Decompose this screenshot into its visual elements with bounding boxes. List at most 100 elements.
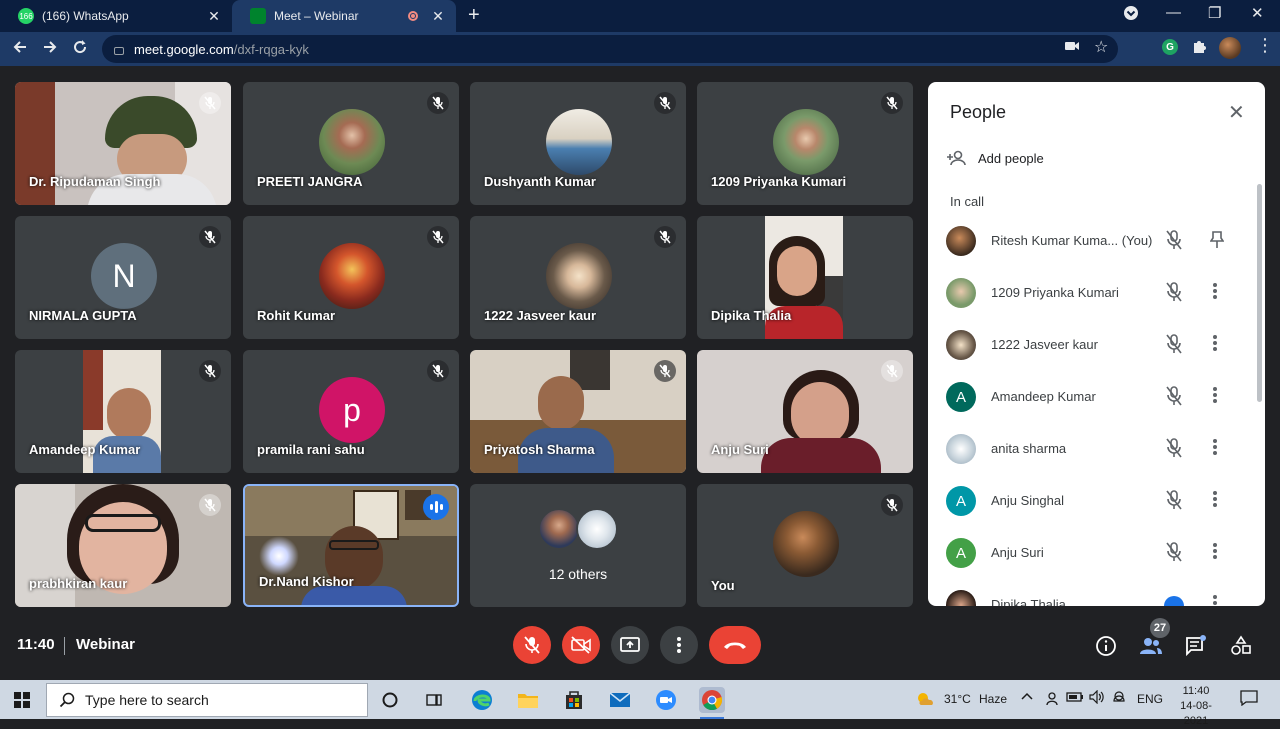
tab-search-icon[interactable] xyxy=(1122,4,1140,26)
participant-row[interactable]: A Amandeep Kumar xyxy=(928,374,1265,422)
mail-icon[interactable] xyxy=(608,688,632,712)
chat-button[interactable] xyxy=(1184,634,1208,658)
more-options-icon[interactable] xyxy=(1212,594,1218,606)
add-people-button[interactable]: Add people xyxy=(946,150,1044,166)
participant-row[interactable]: A Anju Singhal xyxy=(928,478,1265,526)
more-options-icon[interactable] xyxy=(1212,542,1218,565)
windows-start-icon[interactable] xyxy=(14,692,30,708)
more-options-icon[interactable] xyxy=(1212,438,1218,461)
close-panel-icon[interactable]: ✕ xyxy=(1228,100,1245,125)
participant-name: 1222 Jasveer kaur xyxy=(484,308,597,323)
participant-row[interactable]: Dipika Thalia xyxy=(928,582,1265,606)
participant-tile[interactable]: N NIRMALA GUPTA xyxy=(15,216,231,339)
zoom-app-icon[interactable] xyxy=(654,688,678,712)
participant-name: anita sharma xyxy=(991,441,1067,456)
muted-mic-icon xyxy=(881,360,903,382)
participant-tile[interactable]: Rohit Kumar xyxy=(243,216,459,339)
new-tab-button[interactable]: + xyxy=(468,4,480,27)
back-button[interactable] xyxy=(12,39,28,60)
participant-name: You xyxy=(711,578,735,593)
participant-tile[interactable]: p pramila rani sahu xyxy=(243,350,459,473)
browser-menu-icon[interactable]: ⋮ xyxy=(1256,36,1274,54)
participant-tile[interactable]: Dr.Nand Kishor xyxy=(243,484,459,607)
more-options-icon[interactable] xyxy=(1212,334,1218,357)
extensions-puzzle-icon[interactable] xyxy=(1191,38,1207,57)
activities-button[interactable] xyxy=(1229,634,1253,658)
tab-meet[interactable]: Meet – Webinar ✕ xyxy=(232,0,456,32)
cortana-icon[interactable] xyxy=(378,688,402,712)
more-options-button[interactable] xyxy=(660,626,698,664)
show-hidden-icons-icon[interactable] xyxy=(1021,690,1033,705)
participant-tile[interactable]: 1222 Jasveer kaur xyxy=(470,216,686,339)
mic-off-icon xyxy=(524,636,540,654)
grammarly-extension-icon[interactable]: G xyxy=(1162,39,1178,55)
weather-description[interactable]: Haze xyxy=(979,692,1007,706)
microphone-toggle-button[interactable] xyxy=(513,626,551,664)
others-tile[interactable]: 12 others xyxy=(470,484,686,607)
battery-icon[interactable] xyxy=(1066,690,1084,707)
participant-tile[interactable]: Dushyanth Kumar xyxy=(470,82,686,205)
camera-toggle-button[interactable] xyxy=(562,626,600,664)
more-options-icon[interactable] xyxy=(1212,282,1218,305)
people-button[interactable] xyxy=(1139,634,1163,658)
task-view-icon[interactable] xyxy=(422,688,446,712)
meeting-details-button[interactable] xyxy=(1094,634,1118,658)
network-icon[interactable] xyxy=(1111,690,1127,707)
present-screen-button[interactable] xyxy=(611,626,649,664)
self-tile[interactable]: You xyxy=(697,484,913,607)
more-options-icon[interactable] xyxy=(1212,490,1218,513)
edge-browser-icon[interactable] xyxy=(470,688,494,712)
close-tab-icon[interactable]: ✕ xyxy=(430,8,446,25)
bookmark-star-icon[interactable]: ☆ xyxy=(1094,37,1108,57)
reload-button[interactable] xyxy=(72,39,88,60)
more-options-icon[interactable] xyxy=(1212,386,1218,409)
meeting-name: Webinar xyxy=(76,636,135,653)
participant-tile[interactable]: PREETI JANGRA xyxy=(243,82,459,205)
forward-button[interactable] xyxy=(42,39,58,60)
participant-tile[interactable]: Anju Suri xyxy=(697,350,913,473)
participant-row[interactable]: Ritesh Kumar Kuma... (You) xyxy=(928,218,1265,266)
pin-icon[interactable] xyxy=(1209,230,1225,255)
close-tab-icon[interactable]: ✕ xyxy=(206,8,222,25)
participant-tile[interactable]: Dr. Ripudaman Singh xyxy=(15,82,231,205)
participant-tile[interactable]: prabhkiran kaur xyxy=(15,484,231,607)
muted-mic-icon xyxy=(1164,541,1184,568)
panel-scrollbar[interactable] xyxy=(1257,184,1262,402)
muted-mic-icon xyxy=(881,494,903,516)
taskbar-search-input[interactable]: Type here to search xyxy=(46,683,368,717)
volume-icon[interactable] xyxy=(1089,689,1105,707)
file-explorer-icon[interactable] xyxy=(516,688,540,712)
muted-mic-icon xyxy=(1164,385,1184,412)
taskbar-clock[interactable]: 11:40 14-08-2021 xyxy=(1168,684,1224,729)
microsoft-store-icon[interactable] xyxy=(562,688,586,712)
participant-tile[interactable]: Dipika Thalia xyxy=(697,216,913,339)
participant-row[interactable]: 1222 Jasveer kaur xyxy=(928,322,1265,370)
url-host: meet.google.com xyxy=(134,41,234,57)
participant-row[interactable]: anita sharma xyxy=(928,426,1265,474)
participant-tile[interactable]: Priyatosh Sharma xyxy=(470,350,686,473)
chrome-browser-icon[interactable] xyxy=(699,687,725,713)
participant-row[interactable]: 1209 Priyanka Kumari xyxy=(928,270,1265,318)
close-window-button[interactable]: ✕ xyxy=(1251,4,1264,22)
weather-icon[interactable] xyxy=(915,690,935,711)
participant-name: Dipika Thalia xyxy=(711,308,792,323)
tab-whatsapp[interactable]: 166 (166) WhatsApp ✕ xyxy=(0,0,232,32)
language-indicator[interactable]: ENG xyxy=(1137,692,1163,706)
meet-now-icon[interactable] xyxy=(1044,690,1060,709)
participant-avatar xyxy=(319,109,385,175)
participant-tile[interactable]: 1209 Priyanka Kumari xyxy=(697,82,913,205)
maximize-button[interactable]: ❐ xyxy=(1208,4,1221,22)
weather-temperature[interactable]: 31°C xyxy=(944,692,971,706)
participant-tile[interactable]: Amandeep Kumar xyxy=(15,350,231,473)
participant-row[interactable]: A Anju Suri xyxy=(928,530,1265,578)
camera-icon[interactable] xyxy=(1064,39,1080,56)
notification-center-icon[interactable] xyxy=(1240,690,1258,709)
url-field[interactable]: meet.google.com/dxf-rqga-kyk xyxy=(102,35,1118,63)
muted-mic-icon xyxy=(1164,489,1184,516)
profile-avatar[interactable] xyxy=(1219,37,1241,59)
muted-mic-icon xyxy=(654,226,676,248)
minimize-button[interactable]: — xyxy=(1166,4,1181,21)
participant-name: Anju Suri xyxy=(711,442,769,457)
participant-name: Ritesh Kumar Kuma... (You) xyxy=(991,233,1153,248)
leave-call-button[interactable] xyxy=(709,626,761,664)
